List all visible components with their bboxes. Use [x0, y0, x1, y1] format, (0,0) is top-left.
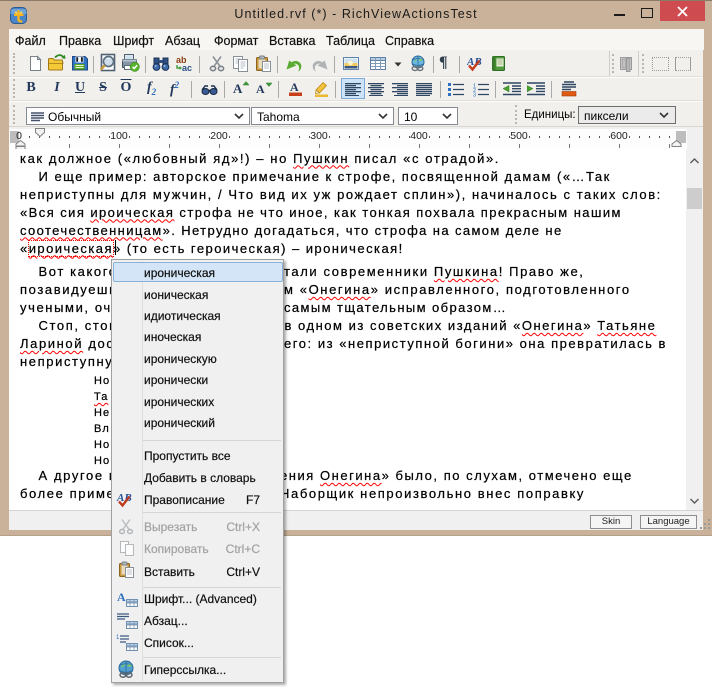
svg-text:A: A	[233, 81, 243, 96]
svg-text:A: A	[117, 590, 126, 604]
svg-text:3: 3	[473, 93, 476, 98]
svg-text:A: A	[290, 80, 299, 94]
svg-text:A: A	[256, 82, 265, 96]
svg-text:ac: ac	[182, 63, 192, 72]
svg-text:1: 1	[116, 635, 120, 641]
